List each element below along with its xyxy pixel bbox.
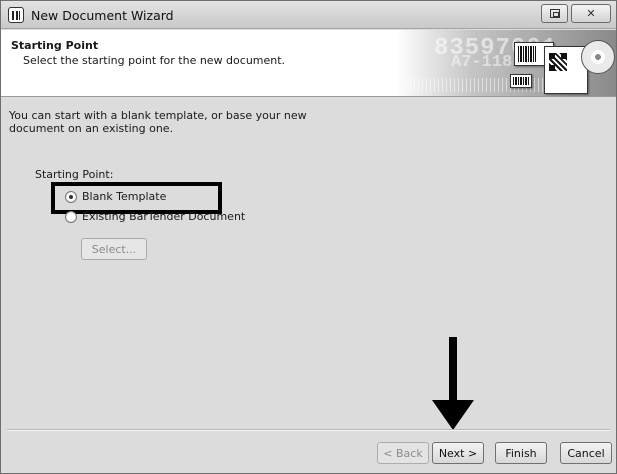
next-button[interactable]: Next > xyxy=(432,442,484,464)
select-button[interactable]: Select... xyxy=(81,238,147,260)
cancel-button[interactable]: Cancel xyxy=(560,442,612,464)
close-icon: ✕ xyxy=(586,7,596,20)
starting-point-label: Starting Point: xyxy=(35,168,114,181)
wizard-content: You can start with a blank template, or … xyxy=(1,98,616,428)
down-arrow-icon xyxy=(432,400,474,430)
bartender-app-icon xyxy=(8,7,24,23)
annotation-arrow-shaft xyxy=(449,337,457,403)
wizard-header: Starting Point Select the starting point… xyxy=(1,30,616,97)
close-button[interactable]: ✕ xyxy=(571,4,611,23)
option-label: Existing BarTender Document xyxy=(82,210,246,223)
wizard-window: New Document Wizard ✕ Starting Point Sel… xyxy=(0,0,617,474)
header-subtitle: Select the starting point for the new do… xyxy=(23,54,286,67)
window-title: New Document Wizard xyxy=(31,8,174,23)
intro-text: You can start with a blank template, or … xyxy=(9,109,307,135)
header-title: Starting Point xyxy=(11,39,99,52)
restore-icon xyxy=(549,9,560,18)
restore-button[interactable] xyxy=(541,4,568,23)
existing-document-option[interactable]: Existing BarTender Document xyxy=(65,210,245,223)
header-graphic: 83597001 A7-118 xyxy=(396,30,616,96)
title-bar[interactable]: New Document Wizard ✕ xyxy=(1,1,616,29)
disc-label-icon xyxy=(581,40,615,74)
radio-button[interactable] xyxy=(65,210,77,223)
small-barcode-icon xyxy=(510,74,532,88)
barcode-strip xyxy=(406,78,566,92)
watermark-code: A7-118 xyxy=(451,53,513,72)
back-button[interactable]: < Back xyxy=(377,442,429,464)
finish-button[interactable]: Finish xyxy=(495,442,547,464)
